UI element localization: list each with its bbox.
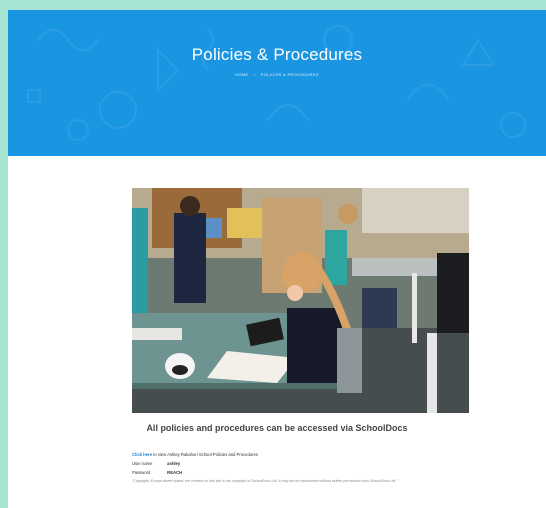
access-details: Click here to view Ashley Rakahuri Schoo… [132,450,258,477]
copyright-note: "Copyright: Except where stated, the con… [132,479,398,483]
page-title: Policies & Procedures [191,45,363,64]
username-label: User name [132,461,153,466]
password-label: Password [132,470,151,475]
classroom-photo-illustration [132,188,469,413]
schooldocs-link-suffix: to view Ashley Rakahuri School Policies … [153,452,258,457]
username-value: ashley [167,461,181,466]
page: Policies & Procedures Home / Policies & … [8,10,546,508]
breadcrumb: Home / Policies & Procedures [8,72,546,77]
breadcrumb-separator: / [253,72,256,77]
schooldocs-headline: All policies and procedures can be acces… [146,423,408,433]
breadcrumb-home-link[interactable]: Home [235,72,248,77]
schooldocs-link[interactable]: Click here [132,452,152,457]
hero-banner: Policies & Procedures Home / Policies & … [8,10,546,156]
breadcrumb-current: Policies & Procedures [260,72,319,77]
classroom-photo [132,188,469,413]
username-row: User name ashley [132,459,258,468]
password-value: REACH [167,470,183,475]
hero-doodle-pattern [27,25,526,141]
schooldocs-link-row: Click here to view Ashley Rakahuri Schoo… [132,450,258,459]
password-row: Password REACH [132,468,258,477]
